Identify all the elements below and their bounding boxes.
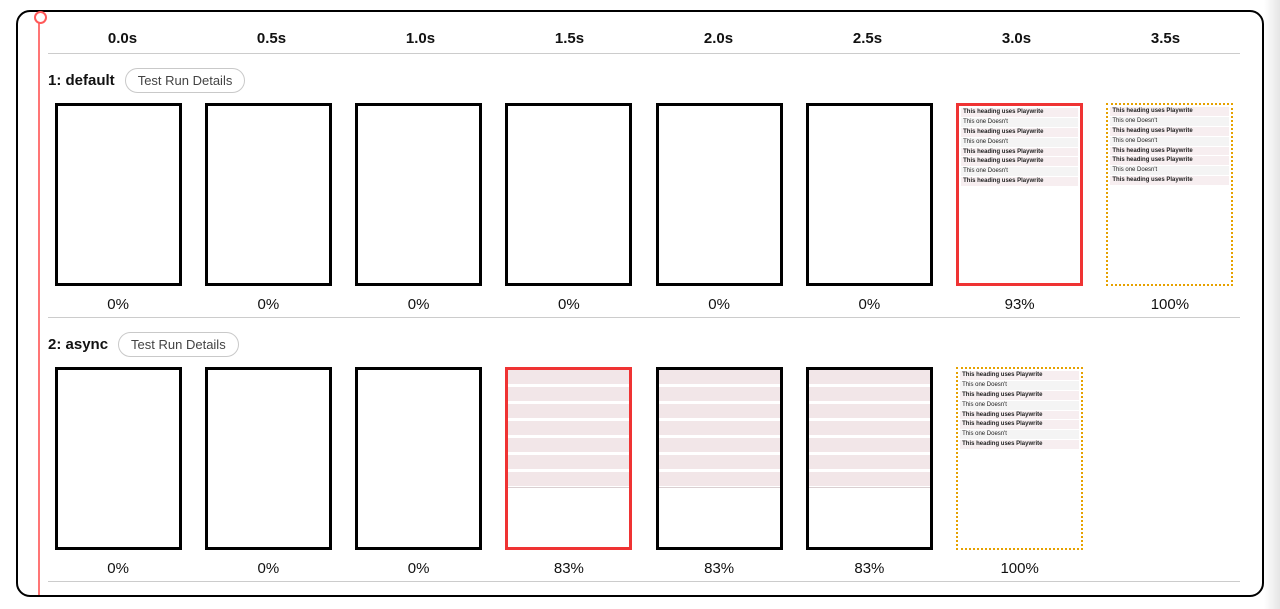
frame[interactable]: [355, 367, 482, 550]
test-run-details-button[interactable]: Test Run Details: [125, 68, 246, 93]
content-line: This heading uses Playwrite: [960, 440, 1079, 449]
frame[interactable]: [205, 103, 332, 286]
timeline-tick: 1.0s: [346, 30, 495, 47]
timeline-tick: 3.5s: [1091, 30, 1240, 47]
frame[interactable]: [205, 367, 332, 550]
visual-progress-percent: 0%: [708, 296, 730, 313]
test-run-details-button[interactable]: Test Run Details: [118, 332, 239, 357]
content-line: This heading uses Playwrite: [960, 391, 1079, 400]
visual-progress-percent: 100%: [1151, 296, 1189, 313]
timeline-tick: 0.5s: [197, 30, 346, 47]
frame[interactable]: [55, 103, 182, 286]
content-line: This one Doesn't: [961, 167, 1078, 176]
visual-progress-percent: 83%: [554, 560, 584, 577]
divider: [48, 53, 1240, 54]
content-line: This heading uses Playwrite: [1110, 156, 1229, 165]
content-line: This one Doesn't: [960, 401, 1079, 410]
timeline-tick: 3.0s: [942, 30, 1091, 47]
frame[interactable]: This heading uses PlaywriteThis one Does…: [956, 103, 1083, 286]
divider: [48, 317, 1240, 318]
visual-progress-percent: 0%: [408, 296, 430, 313]
frames-row: 0%0%0%0%0%0%This heading uses PlaywriteT…: [48, 103, 1240, 313]
frame[interactable]: [355, 103, 482, 286]
content-line: This one Doesn't: [1110, 117, 1229, 126]
frame[interactable]: [656, 367, 783, 550]
content-line: This heading uses Playwrite: [961, 128, 1078, 137]
visual-progress-percent: 93%: [1005, 296, 1035, 313]
frames-row: 0% 0% 0% 83% 83% 83% This heading uses Playwri…: [48, 367, 1240, 577]
content-line: This one Doesn't: [1110, 166, 1229, 175]
visual-progress-percent: 0%: [107, 560, 129, 577]
content-line: This heading uses Playwrite: [960, 420, 1079, 429]
content-line: This one Doesn't: [961, 138, 1078, 147]
visual-progress-percent: 83%: [704, 560, 734, 577]
visual-progress-percent: 83%: [854, 560, 884, 577]
content-line: This one Doesn't: [960, 430, 1079, 439]
scroll-shadow: [1264, 0, 1280, 609]
timeline: 0.0s0.5s1.0s1.5s2.0s2.5s3.0s3.5s: [48, 30, 1240, 47]
visual-progress-percent: 0%: [408, 560, 430, 577]
frame[interactable]: [806, 367, 933, 550]
timeline-tick: 2.0s: [644, 30, 793, 47]
filmstrip-panel: 0.0s0.5s1.0s1.5s2.0s2.5s3.0s3.5s 1: defa…: [16, 10, 1264, 597]
content-line: This heading uses Playwrite: [1110, 107, 1229, 116]
content-line: This heading uses Playwrite: [961, 148, 1078, 157]
frame[interactable]: [505, 103, 632, 286]
content-line: This heading uses Playwrite: [961, 157, 1078, 166]
visual-progress-percent: 0%: [258, 296, 280, 313]
content-line: This heading uses Playwrite: [961, 108, 1078, 117]
content-line: This one Doesn't: [1110, 137, 1229, 146]
divider: [48, 581, 1240, 582]
timeline-tick: 1.5s: [495, 30, 644, 47]
content-line: This one Doesn't: [961, 118, 1078, 127]
frame[interactable]: [55, 367, 182, 550]
timeline-tick: 2.5s: [793, 30, 942, 47]
frame[interactable]: This heading uses PlaywriteThis one Does…: [1106, 103, 1233, 286]
visual-progress-percent: 100%: [1000, 560, 1038, 577]
frame[interactable]: [656, 103, 783, 286]
scrubber[interactable]: [38, 15, 40, 595]
visual-progress-percent: 0%: [107, 296, 129, 313]
content-line: This heading uses Playwrite: [960, 411, 1079, 420]
content-line: This heading uses Playwrite: [961, 177, 1078, 186]
timeline-tick: 0.0s: [48, 30, 197, 47]
frame[interactable]: [505, 367, 632, 550]
visual-progress-percent: 0%: [258, 560, 280, 577]
visual-progress-percent: 0%: [859, 296, 881, 313]
frame[interactable]: [806, 103, 933, 286]
content-line: This heading uses Playwrite: [960, 371, 1079, 380]
frame[interactable]: This heading uses PlaywriteThis one Does…: [956, 367, 1083, 550]
visual-progress-percent: 0%: [558, 296, 580, 313]
content-line: This heading uses Playwrite: [1110, 127, 1229, 136]
row-label: 1: default: [48, 72, 115, 89]
content-line: This one Doesn't: [960, 381, 1079, 390]
content-line: This heading uses Playwrite: [1110, 147, 1229, 156]
content-line: This heading uses Playwrite: [1110, 176, 1229, 185]
row-label: 2: async: [48, 336, 108, 353]
